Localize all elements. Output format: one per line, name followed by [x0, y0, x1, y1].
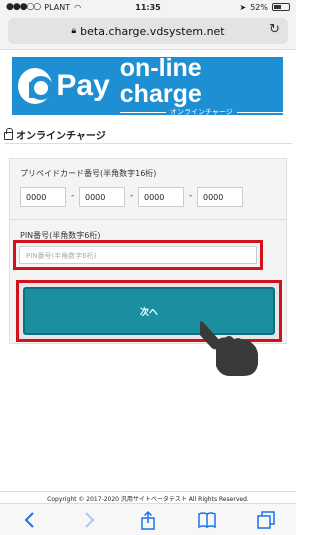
dash-separator: - [189, 191, 193, 201]
pointing-hand-icon [200, 321, 258, 376]
lock-icon: 🔒︎ [71, 26, 77, 36]
pin-input[interactable]: PIN番号(半角数字6桁) [19, 246, 257, 264]
share-icon[interactable] [138, 510, 158, 530]
browser-address-area: 🔒︎ beta.charge.vdsystem.net ↻ [0, 14, 296, 50]
section-title: オンラインチャージ [4, 126, 292, 144]
reload-icon[interactable]: ↻ [269, 22, 280, 37]
card-number-field-1[interactable]: 0000 [20, 187, 66, 207]
dash-separator: - [130, 191, 134, 201]
carrier-name: PLANT [44, 2, 71, 12]
back-arrow-icon[interactable] [20, 510, 40, 530]
brand-banner: Pay on-line charge オンラインチャージ [12, 54, 284, 117]
card-number-field-3[interactable]: 0000 [138, 187, 184, 207]
pin-highlight: PIN番号(半角数字6桁) [13, 240, 263, 270]
forward-arrow-icon[interactable] [79, 510, 99, 530]
location-icon: ➤ [239, 2, 247, 12]
bookmarks-icon[interactable] [197, 510, 217, 530]
browser-toolbar [0, 503, 296, 535]
card-number-field-2[interactable]: 0000 [79, 187, 125, 207]
section-title-text: オンラインチャージ [16, 131, 106, 142]
dash-separator: - [71, 191, 75, 201]
banner-charge-text: on-line charge [119, 54, 202, 108]
banner-subtitle: オンラインチャージ [170, 108, 233, 116]
battery-percent: 52% [250, 2, 268, 12]
url-text: beta.charge.vdsystem.net [80, 24, 225, 38]
card-number-label: プリペイドカード番号(半角数字16桁) [20, 169, 157, 178]
status-bar: ●●●○○ PLANT ◠ 11:35 ➤ 52% [0, 0, 296, 14]
battery-icon [272, 3, 290, 11]
banner-charge: on-line charge オンラインチャージ [119, 54, 284, 117]
banner-pay-text: Pay [56, 69, 110, 102]
copyright-text: Copyright © 2017-2020 汎用サイトベータテスト All Ri… [0, 491, 296, 503]
wifi-icon: ◠ [74, 2, 82, 12]
card-number-field-4[interactable]: 0000 [197, 187, 243, 207]
divider [10, 219, 286, 220]
tabs-icon[interactable] [256, 510, 276, 530]
address-bar[interactable]: 🔒︎ beta.charge.vdsystem.net ↻ [8, 18, 288, 44]
clock: 11:35 [135, 2, 161, 12]
lock-icon [4, 128, 13, 140]
pay-logo-icon [18, 68, 54, 104]
signal-icon: ●●●○○ [6, 2, 41, 12]
